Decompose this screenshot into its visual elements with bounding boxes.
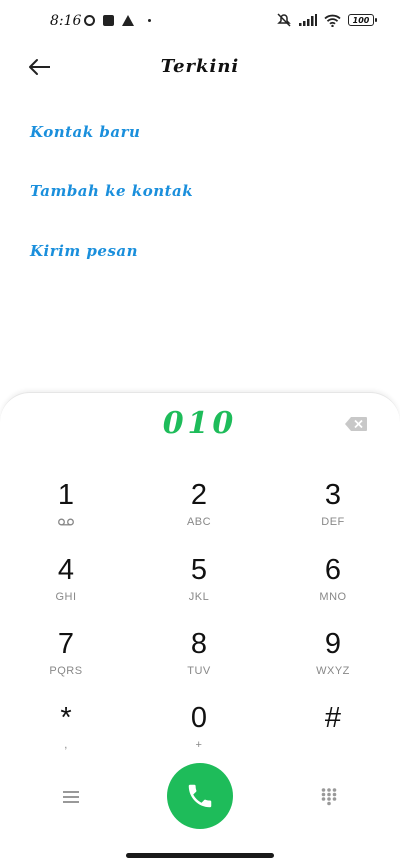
status-notification-icons (84, 15, 151, 26)
page-title: Terkini (160, 56, 240, 77)
wifi-icon (324, 14, 341, 27)
key-letters: ABC (186, 516, 212, 528)
backspace-icon (345, 417, 367, 431)
key-3[interactable]: 3 DEF (278, 480, 388, 546)
key-7[interactable]: 7 PQRS (11, 629, 121, 695)
key-letters: WXYZ (316, 665, 350, 677)
key-letters: DEF (321, 516, 345, 528)
status-system-icons: 100 (276, 13, 377, 27)
key-digit: 5 (190, 554, 208, 586)
key-letters: PQRS (49, 665, 83, 677)
key-letters: JKL (188, 591, 210, 603)
status-time: 8:16 (50, 13, 82, 29)
key-digit: 0 (190, 702, 208, 734)
key-digit: 1 (57, 479, 75, 511)
key-digit: 3 (324, 479, 342, 511)
key-digit: # (324, 702, 342, 734)
key-digit: 2 (190, 479, 208, 511)
key-digit: 7 (57, 628, 75, 660)
battery-level: 100 (352, 15, 370, 25)
circle-icon (84, 15, 95, 26)
home-indicator[interactable] (126, 853, 274, 858)
dialer-bottom-row (0, 760, 400, 832)
warning-icon (122, 15, 134, 26)
key-5[interactable]: 5 JKL (144, 555, 254, 621)
key-letters: GHI (55, 591, 77, 603)
dialed-number: 010 (162, 406, 238, 441)
key-digit: 6 (324, 554, 342, 586)
call-button[interactable] (167, 763, 233, 829)
key-1[interactable]: 1 (11, 480, 121, 546)
phone-icon (188, 784, 212, 808)
status-bar: 8:16 100 (0, 0, 400, 44)
key-letters: MNO (319, 591, 347, 603)
key-digit: 4 (57, 554, 75, 586)
key-8[interactable]: 8 TUV (144, 629, 254, 695)
signal-icon (299, 14, 317, 26)
key-letters: + (195, 739, 203, 751)
add-to-contact-action[interactable]: Tambah ke kontak (30, 182, 193, 200)
dialpad-icon (321, 788, 337, 806)
key-6[interactable]: 6 MNO (278, 555, 388, 621)
menu-button[interactable] (56, 784, 86, 810)
battery-icon: 100 (348, 14, 377, 26)
key-2[interactable]: 2 ABC (144, 480, 254, 546)
key-sub (11, 518, 121, 526)
mute-icon (277, 13, 291, 27)
voicemail-icon (58, 518, 74, 526)
key-4[interactable]: 4 GHI (11, 555, 121, 621)
key-digit: * (60, 702, 72, 734)
key-letters: TUV (187, 665, 211, 677)
new-contact-action[interactable]: Kontak baru (30, 123, 140, 141)
key-letters: , (64, 739, 68, 751)
keypad-toggle-button[interactable] (314, 782, 344, 812)
key-digit: 9 (324, 628, 342, 660)
backspace-button[interactable] (344, 414, 368, 434)
dot-icon (148, 19, 151, 22)
send-message-action[interactable]: Kirim pesan (30, 242, 138, 260)
key-digit: 8 (190, 628, 208, 660)
header: Terkini (0, 44, 400, 90)
hamburger-icon (63, 791, 79, 803)
key-9[interactable]: 9 WXYZ (278, 629, 388, 695)
square-icon (103, 15, 114, 26)
